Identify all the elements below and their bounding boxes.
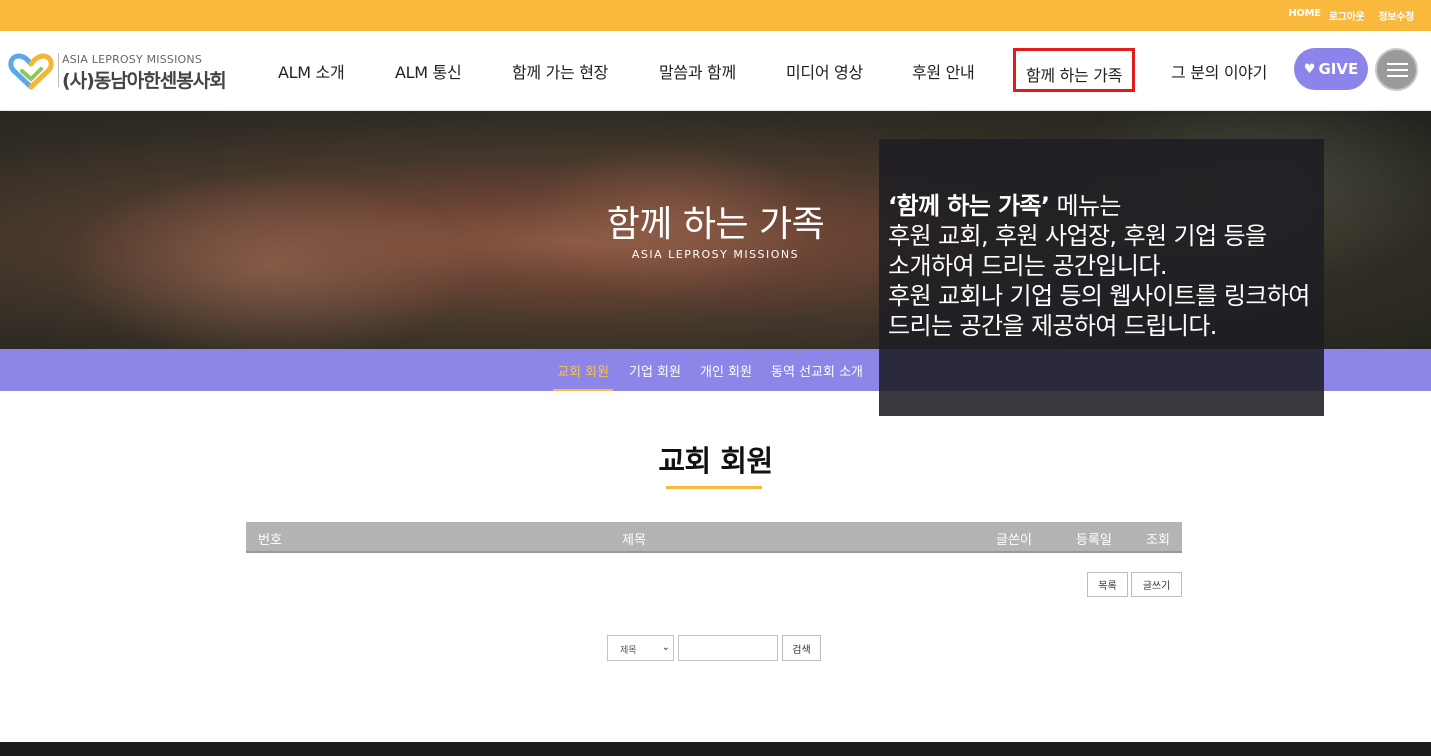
logo-name: (사)동남아한센봉사회 [62,70,227,92]
tooltip-line1: 메뉴는 [1049,192,1121,220]
menu-description-tooltip: ‘함께 하는 가족’ 메뉴는 후원 교회, 후원 사업장, 후원 기업 등을 소… [879,139,1324,416]
nav-item-story[interactable]: 그 분의 이야기 [1171,59,1267,83]
search-button[interactable]: 검색 [782,635,821,661]
hamburger-menu-button[interactable] [1375,48,1418,91]
column-header-author: 글쓴이 [996,533,1032,548]
tab-individual-member[interactable]: 개인 회원 [700,361,752,380]
column-header-no: 번호 [258,533,282,548]
home-link[interactable]: HOME [1288,8,1321,23]
tooltip-line2: 후원 교회, 후원 사업장, 후원 기업 등을 [888,222,1267,250]
tab-partner-missions[interactable]: 동역 선교회 소개 [771,361,863,380]
board-table-header: 번호 제목 글쓴이 등록일 조회 [246,522,1182,553]
column-header-date: 등록일 [1076,533,1112,548]
tooltip-highlight: ‘함께 하는 가족’ [888,192,1050,220]
site-logo[interactable]: ASIA LEPROSY MISSIONS (사)동남아한센봉사회 [8,49,227,93]
write-button[interactable]: 글쓰기 [1131,572,1182,597]
tab-company-member[interactable]: 기업 회원 [629,361,681,380]
top-utility-bar: HOME 로그아웃 정보수정 [0,0,1431,31]
nav-item-support[interactable]: 후원 안내 [912,59,975,83]
tooltip-line3: 소개하여 드리는 공간입니다. [888,252,1167,280]
heart-icon: ♥ [1303,61,1316,77]
give-button[interactable]: ♥ GIVE [1294,48,1368,90]
page-title: 교회 회원 [658,444,773,478]
logo-subtitle: ASIA LEPROSY MISSIONS [62,53,202,66]
give-label: GIVE [1318,60,1359,78]
chevron-down-icon: ⌄ [661,642,670,653]
nav-item-field[interactable]: 함께 가는 현장 [512,59,608,83]
menu-line-icon [1387,63,1408,65]
tooltip-text: ‘함께 하는 가족’ 메뉴는 후원 교회, 후원 사업장, 후원 기업 등을 소… [888,191,1310,341]
search-field-value: 제목 [620,646,637,656]
menu-line-icon [1387,75,1408,77]
tab-church-member[interactable]: 교회 회원 [557,361,609,380]
site-footer [0,742,1431,756]
edit-profile-link[interactable]: 정보수정 [1378,8,1414,23]
tooltip-line4: 후원 교회나 기업 등의 웹사이트를 링크하여 [888,282,1310,310]
column-header-views: 조회 [1146,533,1170,548]
list-button[interactable]: 목록 [1087,572,1128,597]
title-underline [666,486,762,489]
nav-item-alm-intro[interactable]: ALM 소개 [278,59,345,83]
nav-item-family[interactable]: 함께 하는 가족 [1013,48,1136,92]
utility-links: HOME 로그아웃 정보수정 [1288,8,1414,23]
active-tab-underline [553,389,613,391]
tooltip-line5: 드리는 공간을 제공하여 드립니다. [888,312,1217,340]
nav-item-media[interactable]: 미디어 영상 [786,59,863,83]
logout-link[interactable]: 로그아웃 [1329,8,1365,23]
search-input[interactable] [678,635,778,661]
logo-divider [58,53,59,87]
search-field-select[interactable]: 제목 ⌄ [607,635,674,661]
nav-item-word[interactable]: 말씀과 함께 [659,59,736,83]
heart-logo-icon [8,53,54,90]
site-header: ASIA LEPROSY MISSIONS (사)동남아한센봉사회 ALM 소개… [0,31,1431,111]
column-header-subject: 제목 [622,533,646,548]
nav-item-alm-news[interactable]: ALM 통신 [395,59,462,83]
menu-line-icon [1387,69,1408,71]
